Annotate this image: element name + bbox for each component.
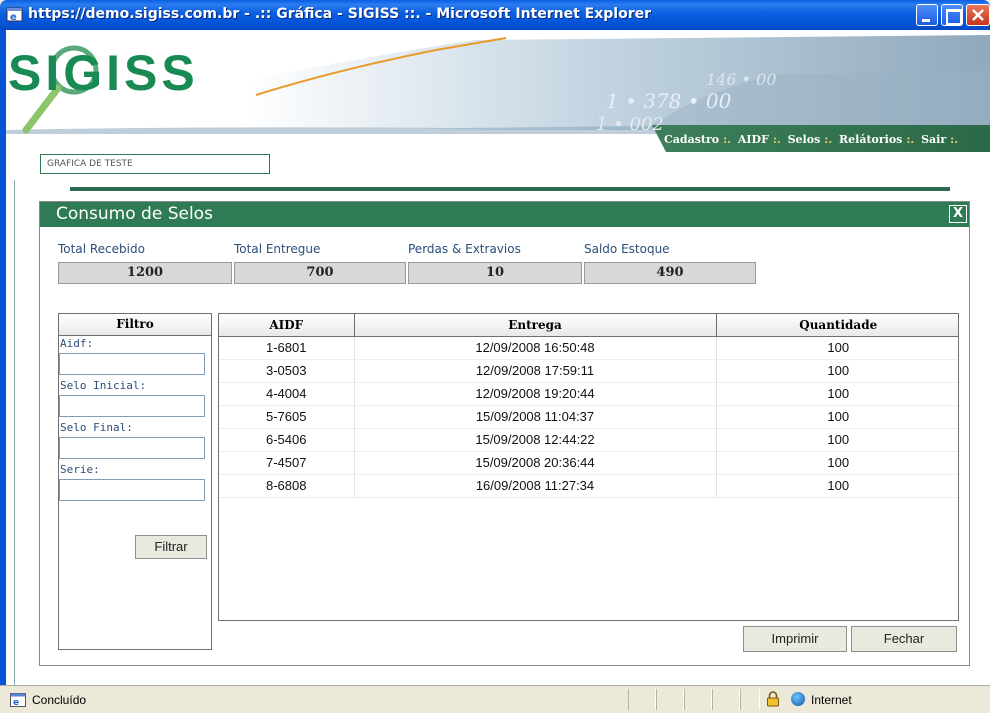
total-recebido-value: 1200 bbox=[58, 262, 232, 284]
aidf-filter-input[interactable] bbox=[59, 353, 205, 375]
filtrar-button[interactable]: Filtrar bbox=[135, 535, 207, 559]
svg-text:e: e bbox=[10, 12, 17, 23]
column-header-quantidade[interactable]: Quantidade bbox=[716, 314, 958, 337]
cell-entrega: 15/09/2008 11:04:37 bbox=[354, 405, 717, 429]
internet-explorer-icon: e bbox=[6, 7, 23, 23]
status-pane bbox=[628, 689, 656, 710]
saldo-estoque-label: Saldo Estoque bbox=[584, 242, 670, 256]
column-header-aidf[interactable]: AIDF bbox=[219, 314, 355, 337]
nav-aidf[interactable]: AIDF bbox=[738, 133, 769, 146]
username-text: GRAFICA DE TESTE bbox=[47, 159, 133, 169]
status-text: Concluído bbox=[32, 693, 87, 707]
cell-quantidade: 100 bbox=[716, 382, 958, 406]
cell-quantidade: 100 bbox=[716, 451, 958, 475]
cell-entrega: 15/09/2008 12:44:22 bbox=[354, 428, 717, 452]
saldo-estoque-value: 490 bbox=[584, 262, 756, 284]
cell-quantidade: 100 bbox=[716, 428, 958, 452]
cell-aidf: 7-4507 bbox=[219, 451, 355, 475]
consumo-selos-dialog: Consumo de Selos X Total Recebido Total … bbox=[39, 201, 970, 666]
nav-separator: :. bbox=[950, 133, 959, 146]
sigiss-logo: SIGISS bbox=[8, 45, 199, 101]
username-box: GRAFICA DE TESTE bbox=[40, 154, 270, 174]
selo-inicial-label: Selo Inicial: bbox=[60, 379, 147, 392]
table-row[interactable]: 3-0503 12/09/2008 17:59:11 100 bbox=[219, 359, 958, 383]
table-row[interactable]: 1-6801 12/09/2008 16:50:48 100 bbox=[219, 336, 958, 360]
dialog-titlebar: Consumo de Selos X bbox=[40, 202, 969, 227]
table-row[interactable]: 6-5406 15/09/2008 12:44:22 100 bbox=[219, 428, 958, 452]
selos-table: AIDF Entrega Quantidade 1-6801 12/09/200… bbox=[218, 313, 959, 621]
filter-header: Filtro bbox=[59, 314, 211, 336]
internet-zone-icon bbox=[791, 692, 805, 706]
svg-text:1 • 378 • 00: 1 • 378 • 00 bbox=[606, 89, 732, 113]
lock-icon[interactable] bbox=[766, 691, 780, 707]
filter-panel: Filtro Aidf: Selo Inicial: Selo Final: S… bbox=[58, 313, 212, 650]
nav-separator: :. bbox=[772, 133, 781, 146]
total-recebido-label: Total Recebido bbox=[58, 242, 145, 256]
fechar-button[interactable]: Fechar bbox=[851, 626, 957, 652]
cell-quantidade: 100 bbox=[716, 336, 958, 360]
dialog-close-button[interactable]: X bbox=[949, 205, 967, 223]
dialog-title: Consumo de Selos bbox=[56, 204, 213, 224]
header-banner: 1 • 378 • 00 146 • 00 1 • 002 SIGISS Cad… bbox=[6, 30, 990, 170]
cell-aidf: 6-5406 bbox=[219, 428, 355, 452]
security-zone-text: Internet bbox=[811, 693, 852, 707]
nav-sair[interactable]: Sair bbox=[921, 133, 946, 146]
nav-cadastro[interactable]: Cadastro bbox=[664, 133, 719, 146]
table-row[interactable]: 5-7605 15/09/2008 11:04:37 100 bbox=[219, 405, 958, 429]
serie-input[interactable] bbox=[59, 479, 205, 501]
svg-text:e: e bbox=[13, 698, 19, 707]
imprimir-button[interactable]: Imprimir bbox=[743, 626, 847, 652]
serie-label: Serie: bbox=[60, 463, 100, 476]
selo-inicial-input[interactable] bbox=[59, 395, 205, 417]
cell-entrega: 12/09/2008 17:59:11 bbox=[354, 359, 717, 383]
close-window-button[interactable] bbox=[966, 4, 990, 26]
nav-separator: :. bbox=[824, 133, 833, 146]
cell-aidf: 5-7605 bbox=[219, 405, 355, 429]
status-pane bbox=[740, 689, 760, 710]
aidf-filter-label: Aidf: bbox=[60, 337, 94, 350]
cell-quantidade: 100 bbox=[716, 405, 958, 429]
svg-text:146 • 00: 146 • 00 bbox=[706, 70, 777, 89]
window-title: https://demo.sigiss.com.br - .:: Gráfica… bbox=[28, 6, 651, 22]
cell-entrega: 16/09/2008 11:27:34 bbox=[354, 474, 717, 498]
status-pane bbox=[684, 689, 712, 710]
page-done-icon: e bbox=[10, 693, 26, 707]
minimize-button[interactable] bbox=[916, 4, 938, 26]
column-header-entrega[interactable]: Entrega bbox=[354, 314, 717, 337]
nav-selos[interactable]: Selos bbox=[788, 133, 821, 146]
cell-quantidade: 100 bbox=[716, 359, 958, 383]
nav-relatorios[interactable]: Relátorios bbox=[839, 133, 902, 146]
nav-separator: :. bbox=[723, 133, 731, 146]
maximize-button[interactable] bbox=[941, 4, 963, 26]
cell-entrega: 15/09/2008 20:36:44 bbox=[354, 451, 717, 475]
status-bar: e Concluído Internet bbox=[0, 685, 990, 713]
page-divider bbox=[70, 187, 950, 191]
selo-final-input[interactable] bbox=[59, 437, 205, 459]
table-row[interactable]: 7-4507 15/09/2008 20:36:44 100 bbox=[219, 451, 958, 475]
table-row[interactable]: 8-6808 16/09/2008 11:27:34 100 bbox=[219, 474, 958, 498]
cell-entrega: 12/09/2008 19:20:44 bbox=[354, 382, 717, 406]
table-row[interactable]: 4-4004 12/09/2008 19:20:44 100 bbox=[219, 382, 958, 406]
status-pane bbox=[712, 689, 740, 710]
window-titlebar: e https://demo.sigiss.com.br - .:: Gráfi… bbox=[0, 0, 990, 30]
perdas-extravios-label: Perdas & Extravios bbox=[408, 242, 521, 256]
perdas-extravios-value: 10 bbox=[408, 262, 582, 284]
cell-entrega: 12/09/2008 16:50:48 bbox=[354, 336, 717, 360]
table-header-row: AIDF Entrega Quantidade bbox=[219, 314, 958, 337]
nav-separator: :. bbox=[906, 133, 915, 146]
selo-final-label: Selo Final: bbox=[60, 421, 133, 434]
cell-quantidade: 100 bbox=[716, 474, 958, 498]
main-nav: Cadastro:. AIDF:. Selos:. Relátorios:. S… bbox=[652, 128, 990, 154]
total-entregue-value: 700 bbox=[234, 262, 406, 284]
browser-viewport: 1 • 378 • 00 146 • 00 1 • 002 SIGISS Cad… bbox=[6, 30, 990, 685]
cell-aidf: 8-6808 bbox=[219, 474, 355, 498]
cell-aidf: 1-6801 bbox=[219, 336, 355, 360]
total-entregue-label: Total Entregue bbox=[234, 242, 321, 256]
close-icon bbox=[972, 9, 984, 21]
cell-aidf: 4-4004 bbox=[219, 382, 355, 406]
status-pane bbox=[656, 689, 684, 710]
cell-aidf: 3-0503 bbox=[219, 359, 355, 383]
